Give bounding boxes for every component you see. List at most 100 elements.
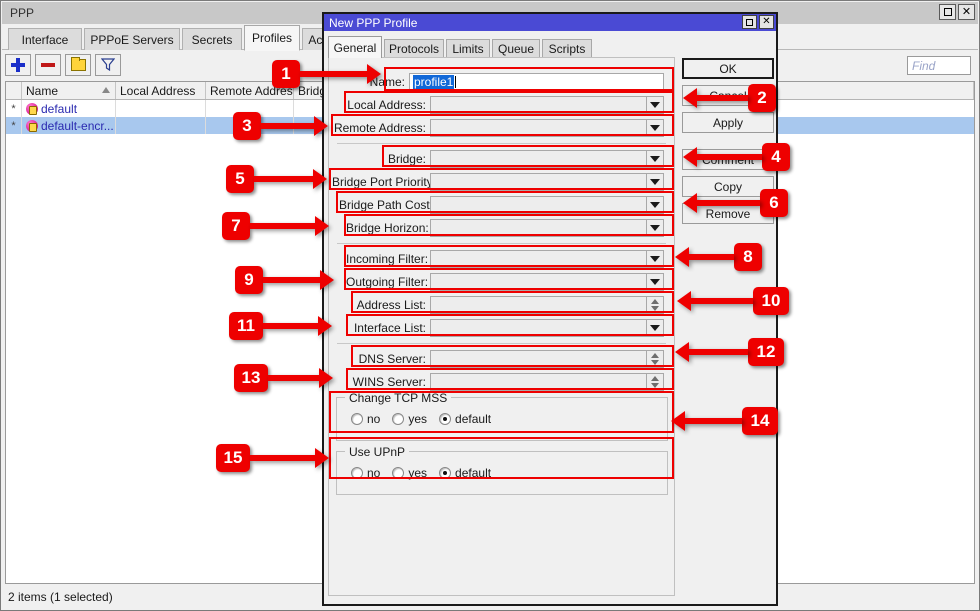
comment-button[interactable]: Comment <box>682 149 774 170</box>
tab-interface[interactable]: Interface <box>8 28 82 50</box>
chevron-down-icon[interactable] <box>647 119 664 137</box>
search-placeholder: Find <box>912 58 936 73</box>
chevron-down-icon[interactable] <box>647 173 664 191</box>
minus-icon <box>40 57 56 73</box>
address-list-input[interactable] <box>430 296 647 314</box>
chevron-down-icon[interactable] <box>647 273 664 291</box>
tab-pppoe-servers[interactable]: PPPoE Servers <box>84 28 180 50</box>
search-input[interactable]: Find <box>907 56 971 75</box>
field-row-name: Name: profile1 <box>333 72 672 92</box>
ppp-window-title: PPP <box>10 6 35 20</box>
radio-icon <box>351 413 363 425</box>
label-wins-server: WINS Server: <box>352 375 426 389</box>
remote-address-input[interactable] <box>430 119 647 137</box>
column-header-name[interactable]: Name <box>22 82 116 99</box>
spinner-icon[interactable] <box>647 296 664 314</box>
column-header-flag[interactable] <box>6 82 22 99</box>
ppp-toolbar <box>5 53 121 77</box>
field-row-address-list: Address List: <box>353 295 664 315</box>
apply-button[interactable]: Apply <box>682 112 774 133</box>
bridge-input[interactable] <box>430 150 647 168</box>
spinner-icon[interactable] <box>647 350 664 368</box>
radio-upnp-yes[interactable]: yes <box>392 466 427 480</box>
remove-button[interactable]: Remove <box>682 203 774 224</box>
name-input[interactable]: profile1 <box>409 73 664 91</box>
name-input-value: profile1 <box>413 75 455 89</box>
close-icon[interactable]: ✕ <box>958 4 975 20</box>
tab-profiles[interactable]: Profiles <box>244 25 300 51</box>
cell-local-address <box>116 117 206 134</box>
field-row-bridge: Bridge: <box>377 149 664 169</box>
radio-icon <box>392 467 405 479</box>
remove-button[interactable] <box>35 54 61 76</box>
folder-icon <box>70 57 86 73</box>
label-outgoing-filter: Outgoing Filter: <box>346 275 429 289</box>
label-name: Name: <box>369 75 405 89</box>
add-button[interactable] <box>5 54 31 76</box>
radio-tcpmss-yes[interactable]: yes <box>392 412 427 426</box>
bridge-path-cost-input[interactable] <box>430 196 647 214</box>
radio-upnp-default[interactable]: default <box>439 466 491 480</box>
field-row-bridge-path-cost: Bridge Path Cost: <box>339 195 664 215</box>
plus-icon <box>10 57 26 73</box>
close-icon[interactable]: ✕ <box>759 15 774 29</box>
enable-button[interactable] <box>65 54 91 76</box>
group-legend-change-tcp-mss: Change TCP MSS <box>345 391 452 405</box>
tab-scripts[interactable]: Scripts <box>542 39 592 58</box>
field-row-incoming-filter: Incoming Filter: <box>346 249 664 269</box>
chevron-down-icon[interactable] <box>647 96 664 114</box>
column-header-remote-address[interactable]: Remote Address <box>206 82 294 99</box>
chevron-down-icon[interactable] <box>647 250 664 268</box>
chevron-down-icon[interactable] <box>647 196 664 214</box>
restore-icon[interactable] <box>939 4 956 20</box>
label-incoming-filter: Incoming Filter: <box>346 252 429 266</box>
cell-remote-address <box>206 100 294 117</box>
tab-limits[interactable]: Limits <box>446 39 490 58</box>
field-row-outgoing-filter: Outgoing Filter: <box>346 272 664 292</box>
outgoing-filter-input[interactable] <box>430 273 647 291</box>
label-bridge-port-priority: Bridge Port Priority: <box>332 175 437 189</box>
row-flag: * <box>11 102 16 115</box>
interface-list-input[interactable] <box>430 319 647 337</box>
label-bridge-horizon: Bridge Horizon: <box>346 221 429 235</box>
bridge-port-priority-input[interactable] <box>430 173 647 191</box>
tab-secrets[interactable]: Secrets <box>182 28 242 50</box>
incoming-filter-input[interactable] <box>430 250 647 268</box>
tab-queue[interactable]: Queue <box>492 39 540 58</box>
bridge-horizon-input[interactable] <box>430 219 647 237</box>
dialog-button-column: OK Cancel Apply Comment Copy Remove <box>682 58 774 230</box>
label-local-address: Local Address: <box>347 98 426 112</box>
local-address-input[interactable] <box>430 96 647 114</box>
dialog-general-panel: Name: profile1 Local Address: Remote Add… <box>328 57 675 596</box>
row-flag: * <box>11 119 16 132</box>
group-legend-use-upnp: Use UPnP <box>345 445 410 459</box>
new-ppp-profile-dialog: New PPP Profile ✕ General Protocols Limi… <box>322 12 778 606</box>
dns-server-input[interactable] <box>430 350 647 368</box>
radio-tcpmss-no[interactable]: no <box>351 412 380 426</box>
ok-button[interactable]: OK <box>682 58 774 79</box>
divider <box>337 143 666 144</box>
tab-general[interactable]: General <box>328 36 382 58</box>
group-change-tcp-mss: Change TCP MSS no yes default <box>336 391 668 441</box>
field-row-local-address: Local Address: <box>333 95 664 115</box>
restore-icon[interactable] <box>742 15 757 29</box>
funnel-icon <box>100 57 116 74</box>
wins-server-input[interactable] <box>430 373 647 391</box>
chevron-down-icon[interactable] <box>647 150 664 168</box>
tab-protocols[interactable]: Protocols <box>384 39 444 58</box>
filter-button[interactable] <box>95 54 121 76</box>
spinner-icon[interactable] <box>647 373 664 391</box>
cancel-button[interactable]: Cancel <box>682 85 774 106</box>
radio-icon-selected <box>439 467 452 479</box>
chevron-down-icon[interactable] <box>647 319 664 337</box>
radio-tcpmss-default[interactable]: default <box>439 412 491 426</box>
radio-upnp-no[interactable]: no <box>351 466 380 480</box>
copy-button[interactable]: Copy <box>682 176 774 197</box>
profile-lock-icon <box>26 119 38 132</box>
label-bridge: Bridge: <box>387 152 426 166</box>
radio-icon-selected <box>439 413 452 425</box>
chevron-down-icon[interactable] <box>647 219 664 237</box>
label-dns-server: DNS Server: <box>358 352 426 366</box>
column-header-local-address[interactable]: Local Address <box>116 82 206 99</box>
field-row-wins-server: WINS Server: <box>348 372 664 392</box>
